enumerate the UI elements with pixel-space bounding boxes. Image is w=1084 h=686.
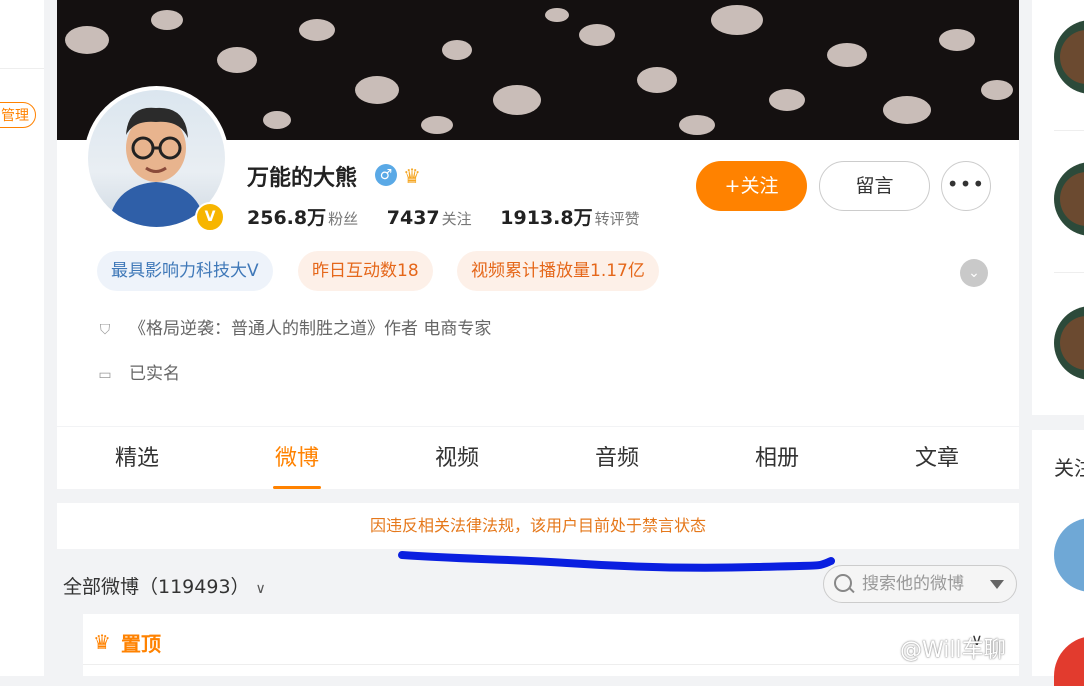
- tab-articles[interactable]: 文章: [887, 427, 987, 489]
- following-count[interactable]: 7437: [387, 207, 440, 229]
- left-sidebar: 管理: [0, 0, 44, 676]
- shield-check-icon: ⛉: [99, 322, 111, 338]
- avatar[interactable]: [1054, 162, 1084, 236]
- crown-icon: ♛: [93, 630, 111, 654]
- tab-video[interactable]: 视频: [407, 427, 507, 489]
- pinned-label: 置顶: [121, 632, 161, 656]
- avatar[interactable]: [1054, 20, 1084, 94]
- pinned-post-card: ♛ 置顶 ∨: [83, 614, 1019, 676]
- tab-weibo[interactable]: 微博: [247, 427, 347, 489]
- followers-count[interactable]: 256.8万: [247, 207, 326, 229]
- divider: [83, 664, 1019, 665]
- tab-album[interactable]: 相册: [727, 427, 827, 489]
- banned-notice: 因违反相关法律法规，该用户目前处于禁言状态: [57, 503, 1019, 549]
- id-card-icon: ▭: [98, 367, 112, 383]
- manage-button[interactable]: 管理: [0, 102, 36, 128]
- bio-text: 《格局逆袭：普通人的制胜之道》作者 电商专家: [129, 319, 492, 339]
- bio-line: ⛉ 《格局逆袭：普通人的制胜之道》作者 电商专家: [97, 314, 492, 339]
- divider: [0, 68, 44, 69]
- all-posts-filter[interactable]: 全部微博（119493） ∨: [63, 572, 266, 599]
- active-tab-underline: [273, 486, 321, 489]
- tag-video-plays[interactable]: 视频累计播放量1.17亿: [457, 251, 659, 291]
- expand-chevron-icon[interactable]: ⌄: [960, 259, 988, 287]
- search-input[interactable]: 搜索他的微博: [823, 565, 1017, 603]
- followers-label[interactable]: 粉丝: [328, 210, 358, 228]
- message-button[interactable]: 留言: [819, 161, 930, 211]
- verified-badge: V: [195, 202, 225, 232]
- crown-icon: ♛: [403, 164, 421, 188]
- follow-button[interactable]: +关注: [696, 161, 807, 211]
- tab-audio[interactable]: 音频: [567, 427, 667, 489]
- following-label[interactable]: 关注: [442, 210, 472, 228]
- dropdown-caret-icon[interactable]: [990, 580, 1004, 589]
- profile-stats: 256.8万 粉丝 7437 关注 1913.8万 转评赞: [247, 203, 662, 230]
- right-panel-recommendations: [1032, 0, 1084, 415]
- verification-text: 已实名: [129, 364, 180, 384]
- divider: [1054, 272, 1084, 273]
- avatar[interactable]: [1054, 306, 1084, 380]
- search-icon: [834, 574, 852, 592]
- search-placeholder: 搜索他的微博: [862, 574, 964, 594]
- engagement-count: 1913.8万: [500, 207, 593, 229]
- verification-line: ▭ 已实名: [97, 359, 180, 384]
- tab-featured[interactable]: 精选: [87, 427, 187, 489]
- profile-name: 万能的大熊: [247, 166, 358, 191]
- more-options-button[interactable]: •••: [941, 161, 991, 211]
- chevron-down-icon: ∨: [255, 581, 266, 597]
- divider: [1054, 130, 1084, 131]
- right-panel-title: 关注: [1054, 456, 1084, 480]
- tag-interactions[interactable]: 昨日互动数18: [298, 251, 433, 291]
- engagement-label: 转评赞: [594, 210, 640, 228]
- blue-pen-underline: [398, 551, 835, 572]
- tag-influence[interactable]: 最具影响力科技大V: [97, 251, 273, 291]
- male-gender-icon: ♂: [375, 164, 397, 186]
- profile-tabs: 精选 微博 视频 音频 相册 文章: [57, 427, 1019, 489]
- watermark: @Will车聊: [900, 638, 1006, 663]
